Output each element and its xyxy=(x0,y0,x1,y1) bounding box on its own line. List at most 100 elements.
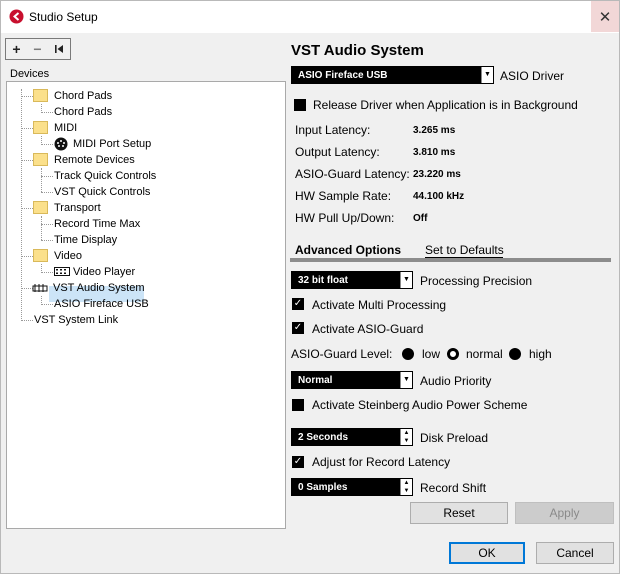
asio-driver-label: ASIO Driver xyxy=(500,69,565,83)
stepper-up-icon[interactable]: ▲ xyxy=(401,429,412,437)
processing-precision-value: 32 bit float xyxy=(298,275,349,286)
tree-guide xyxy=(41,304,53,305)
tree-folder-chord-pads[interactable]: Chord Pads xyxy=(54,90,112,102)
ok-button[interactable]: OK xyxy=(449,542,525,564)
output-latency-label: Output Latency: xyxy=(295,145,380,159)
output-latency-value: 3.810 ms xyxy=(413,147,456,158)
folder-icon xyxy=(33,153,48,166)
asio-guard-checkbox[interactable]: ✓ xyxy=(292,322,304,334)
tree-item-vst-quick-controls[interactable]: VST Quick Controls xyxy=(54,186,150,198)
tree-folder-remote-devices[interactable]: Remote Devices xyxy=(54,154,135,166)
tab-advanced-options[interactable]: Advanced Options xyxy=(295,243,401,257)
hw-sample-rate-value: 44.100 kHz xyxy=(413,191,465,202)
tree-guide xyxy=(21,96,33,97)
record-shift-stepper[interactable]: 0 Samples ▲ ▼ xyxy=(291,478,413,496)
apply-button[interactable]: Apply xyxy=(515,502,614,524)
hw-pull-label: HW Pull Up/Down: xyxy=(295,211,395,225)
record-shift-label: Record Shift xyxy=(420,481,487,495)
power-scheme-label: Activate Steinberg Audio Power Scheme xyxy=(312,398,528,412)
tree-guide xyxy=(21,256,33,257)
vst-audio-icon xyxy=(32,284,48,292)
tree-guide xyxy=(41,192,53,193)
adjust-latency-checkbox[interactable]: ✓ xyxy=(292,456,304,468)
chevron-down-icon: ▼ xyxy=(400,272,412,288)
set-to-defaults-link[interactable]: Set to Defaults xyxy=(425,243,504,257)
tree-guide xyxy=(21,89,22,321)
add-device-button[interactable]: + xyxy=(6,39,27,59)
reset-icon xyxy=(54,45,63,53)
asio-guard-latency-value: 23.220 ms xyxy=(413,169,461,180)
audio-priority-dropdown[interactable]: Normal ▼ xyxy=(291,371,413,389)
stepper-arrows[interactable]: ▲ ▼ xyxy=(400,479,412,495)
power-scheme-checkbox[interactable] xyxy=(292,399,304,411)
video-player-icon xyxy=(54,267,70,276)
page-title: VST Audio System xyxy=(291,42,424,59)
level-low-radio[interactable] xyxy=(402,348,414,360)
remove-device-button[interactable]: − xyxy=(27,39,48,59)
tree-guide xyxy=(41,176,53,177)
tree-item-asio-fireface-usb[interactable]: ASIO Fireface USB xyxy=(54,298,149,310)
input-latency-value: 3.265 ms xyxy=(413,125,456,136)
tree-folder-transport[interactable]: Transport xyxy=(54,202,101,214)
tree-item-chord-pads[interactable]: Chord Pads xyxy=(54,106,112,118)
level-high-radio[interactable] xyxy=(509,348,521,360)
tree-folder-video[interactable]: Video xyxy=(54,250,82,262)
folder-icon xyxy=(33,121,48,134)
tree-guide xyxy=(21,320,33,321)
stepper-down-icon[interactable]: ▼ xyxy=(401,437,412,445)
input-latency-label: Input Latency: xyxy=(295,123,371,137)
level-normal-label: normal xyxy=(466,347,503,361)
audio-priority-value: Normal xyxy=(298,375,333,386)
asio-driver-value: ASIO Fireface USB xyxy=(298,70,388,81)
processing-precision-dropdown[interactable]: 32 bit float ▼ xyxy=(291,271,413,289)
folder-icon xyxy=(33,249,48,262)
tree-guide xyxy=(41,224,53,225)
reset-button[interactable]: Reset xyxy=(410,502,508,524)
disk-preload-label: Disk Preload xyxy=(420,431,489,445)
level-low-label: low xyxy=(422,347,441,361)
tree-item-vst-audio-system[interactable]: VST Audio System xyxy=(53,282,145,294)
title-bar: Studio Setup ✕ xyxy=(1,1,619,33)
processing-precision-label: Processing Precision xyxy=(420,274,533,288)
record-shift-value: 0 Samples xyxy=(298,482,348,493)
chevron-down-icon: ▼ xyxy=(481,67,493,83)
tree-guide xyxy=(21,208,33,209)
release-driver-checkbox[interactable] xyxy=(294,99,306,111)
disk-preload-value: 2 Seconds xyxy=(298,432,349,443)
audio-priority-label: Audio Priority xyxy=(420,374,492,388)
tree-guide xyxy=(21,160,33,161)
tree-item-time-display[interactable]: Time Display xyxy=(54,234,117,246)
tree-guide xyxy=(21,128,33,129)
asio-driver-dropdown[interactable]: ASIO Fireface USB ▼ xyxy=(291,66,494,84)
cubase-logo-icon xyxy=(9,9,24,24)
multi-processing-checkbox[interactable]: ✓ xyxy=(292,298,304,310)
tree-item-midi-port-setup[interactable]: MIDI Port Setup xyxy=(73,138,151,150)
tree-item-record-time-max[interactable]: Record Time Max xyxy=(54,218,140,230)
stepper-down-icon[interactable]: ▼ xyxy=(401,487,412,495)
stepper-up-icon[interactable]: ▲ xyxy=(401,479,412,487)
studio-setup-window: Studio Setup ✕ + − Devices Chord Pads Ch… xyxy=(0,0,620,574)
tree-item-vst-system-link[interactable]: VST System Link xyxy=(34,314,118,326)
devices-label: Devices xyxy=(10,68,50,80)
stepper-arrows[interactable]: ▲ ▼ xyxy=(400,429,412,445)
tree-guide xyxy=(41,168,42,192)
tree-guide xyxy=(41,144,53,145)
reset-device-button[interactable] xyxy=(48,39,69,59)
tree-folder-midi[interactable]: MIDI xyxy=(54,122,77,134)
close-icon[interactable]: ✕ xyxy=(591,1,619,32)
release-driver-label: Release Driver when Application is in Ba… xyxy=(313,98,578,112)
hw-pull-value: Off xyxy=(413,213,428,224)
midi-port-icon xyxy=(54,137,68,151)
level-normal-radio[interactable] xyxy=(447,348,459,360)
tree-item-video-player[interactable]: Video Player xyxy=(73,266,135,278)
cancel-button[interactable]: Cancel xyxy=(536,542,614,564)
adjust-latency-label: Adjust for Record Latency xyxy=(312,455,451,469)
tree-guide xyxy=(41,216,42,240)
tree-guide xyxy=(41,240,53,241)
tree-toolbar: + − xyxy=(5,38,71,60)
tree-item-track-quick-controls[interactable]: Track Quick Controls xyxy=(54,170,156,182)
tree-guide xyxy=(41,112,53,113)
level-high-label: high xyxy=(529,347,552,361)
disk-preload-stepper[interactable]: 2 Seconds ▲ ▼ xyxy=(291,428,413,446)
tree-guide xyxy=(41,272,53,273)
